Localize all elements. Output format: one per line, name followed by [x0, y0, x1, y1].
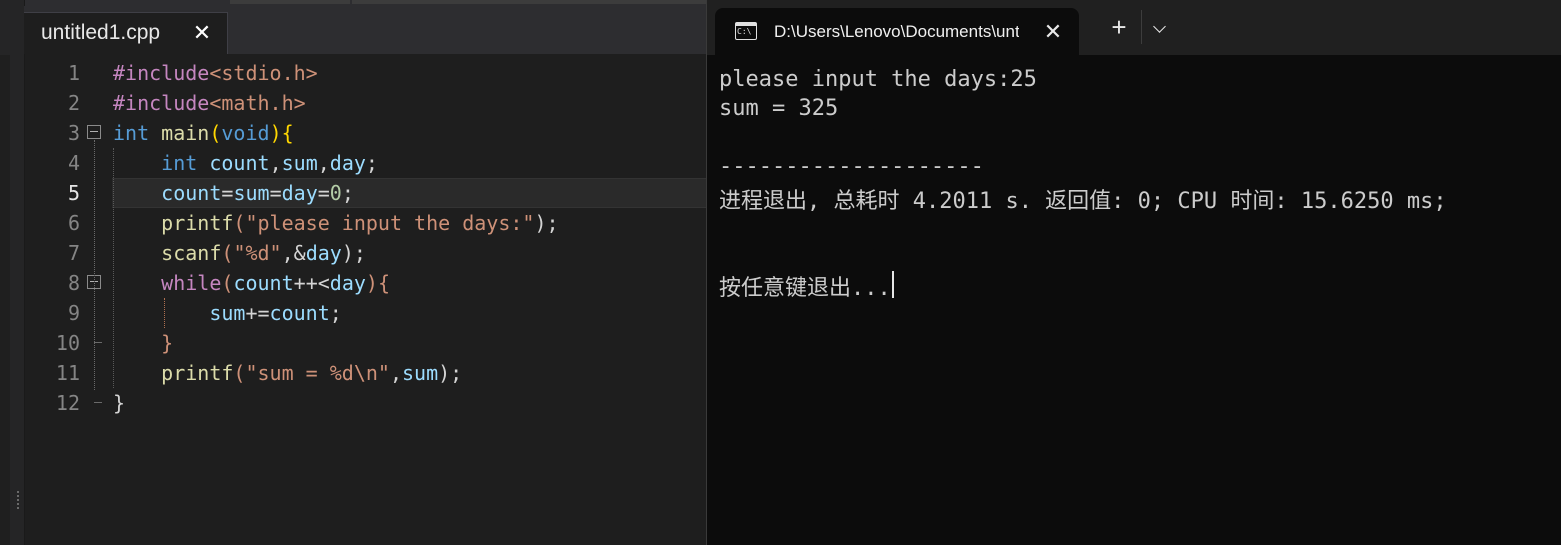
code-text: int count,sum,day; — [161, 151, 378, 175]
code-line[interactable]: 10 } — [24, 328, 706, 358]
code-line[interactable]: 9 sum+=count; — [24, 298, 706, 328]
line-number: 1 — [67, 61, 80, 85]
side-panel-bar — [0, 55, 10, 545]
line-number: 11 — [55, 361, 80, 385]
code-text: #include<stdio.h> — [113, 61, 318, 85]
chevron-down-icon[interactable] — [1143, 0, 1179, 55]
line-number: 3 — [67, 121, 80, 145]
line-number: 8 — [67, 271, 80, 295]
code-line[interactable]: 2 #include<math.h> — [24, 88, 706, 118]
code-line[interactable]: 5 count=sum=day=0; — [24, 178, 706, 208]
terminal-tab-title: D:\Users\Lenovo\Documents\untitled1.exe — [774, 22, 1019, 41]
terminal-tab[interactable]: C:\ D:\Users\Lenovo\Documents\untitled1.… — [715, 8, 1079, 55]
toolbar-segment — [230, 0, 350, 4]
line-number: 5 — [67, 181, 80, 205]
terminal-line: 进程退出, 总耗时 4.2011 s. 返回值: 0; CPU 时间: 15.6… — [719, 189, 1447, 214]
terminal-line: please input the days:25 — [719, 67, 1037, 92]
terminal-title-bar: C:\ D:\Users\Lenovo\Documents\untitled1.… — [707, 0, 1561, 55]
code-line[interactable]: 11 printf("sum = %d\n",sum); — [24, 358, 706, 388]
fold-guide — [94, 140, 95, 390]
line-number: 12 — [55, 391, 80, 415]
side-panel — [0, 0, 25, 545]
line-number: 6 — [67, 211, 80, 235]
divider — [1141, 10, 1142, 44]
terminal-window: C:\ D:\Users\Lenovo\Documents\untitled1.… — [706, 0, 1561, 545]
command-prompt-icon: C:\ — [735, 22, 757, 40]
code-text: int main(void){ — [113, 121, 294, 145]
splitter-grip[interactable] — [17, 491, 19, 509]
line-number: 7 — [67, 241, 80, 265]
code-text: } — [161, 331, 174, 355]
code-text: } — [113, 391, 126, 415]
code-area[interactable]: 1 #include<stdio.h> 2 #include<math.h> 3 int … — [24, 58, 706, 545]
code-text: count=sum=day=0; — [161, 181, 354, 205]
indent-guide — [113, 148, 114, 388]
code-text: printf("sum = %d\n",sum); — [161, 361, 463, 385]
tab-title: untitled1.cpp — [41, 21, 161, 44]
line-number: 9 — [67, 301, 80, 325]
code-line[interactable]: 4 int count,sum,day; — [24, 148, 706, 178]
line-number: 4 — [67, 151, 80, 175]
code-text: while(count++<day){ — [161, 271, 390, 295]
terminal-output[interactable]: please input the days:25 sum = 325 -----… — [719, 67, 1561, 545]
indent-guide — [164, 298, 165, 328]
close-icon[interactable]: ✕ — [1041, 8, 1065, 55]
code-text: sum+=count; — [209, 301, 342, 325]
fold-toggle-icon[interactable] — [87, 125, 101, 139]
fold-guide-end — [94, 342, 102, 343]
terminal-line: 按任意键退出... — [719, 276, 891, 301]
terminal-line: sum = 325 — [719, 96, 839, 121]
code-line[interactable]: 6 printf("please input the days:"); — [24, 208, 706, 238]
new-tab-button[interactable]: + — [1101, 0, 1137, 55]
code-text: #include<math.h> — [113, 91, 306, 115]
editor-tab-bar: untitled1.cpp ✕ — [24, 6, 706, 54]
terminal-line: -------------------- — [719, 154, 984, 179]
code-line[interactable]: 12} — [24, 388, 706, 418]
code-line[interactable]: 8 while(count++<day){ — [24, 268, 706, 298]
toolbar-segment — [352, 0, 706, 4]
code-line[interactable]: 7 scanf("%d",&day); — [24, 238, 706, 268]
line-number: 2 — [67, 91, 80, 115]
fold-guide-end — [94, 402, 102, 403]
text-cursor — [892, 271, 894, 298]
code-line[interactable]: 1 #include<stdio.h> — [24, 58, 706, 88]
code-line[interactable]: 3 int main(void){ — [24, 118, 706, 148]
code-text: printf("please input the days:"); — [161, 211, 559, 235]
tab-untitled1-cpp[interactable]: untitled1.cpp ✕ — [24, 12, 228, 54]
close-icon[interactable]: ✕ — [190, 13, 214, 53]
code-editor: untitled1.cpp ✕ 1 #include<stdio.h> 2 #incl… — [0, 0, 706, 545]
line-number: 10 — [55, 331, 80, 355]
code-text: scanf("%d",&day); — [161, 241, 366, 265]
